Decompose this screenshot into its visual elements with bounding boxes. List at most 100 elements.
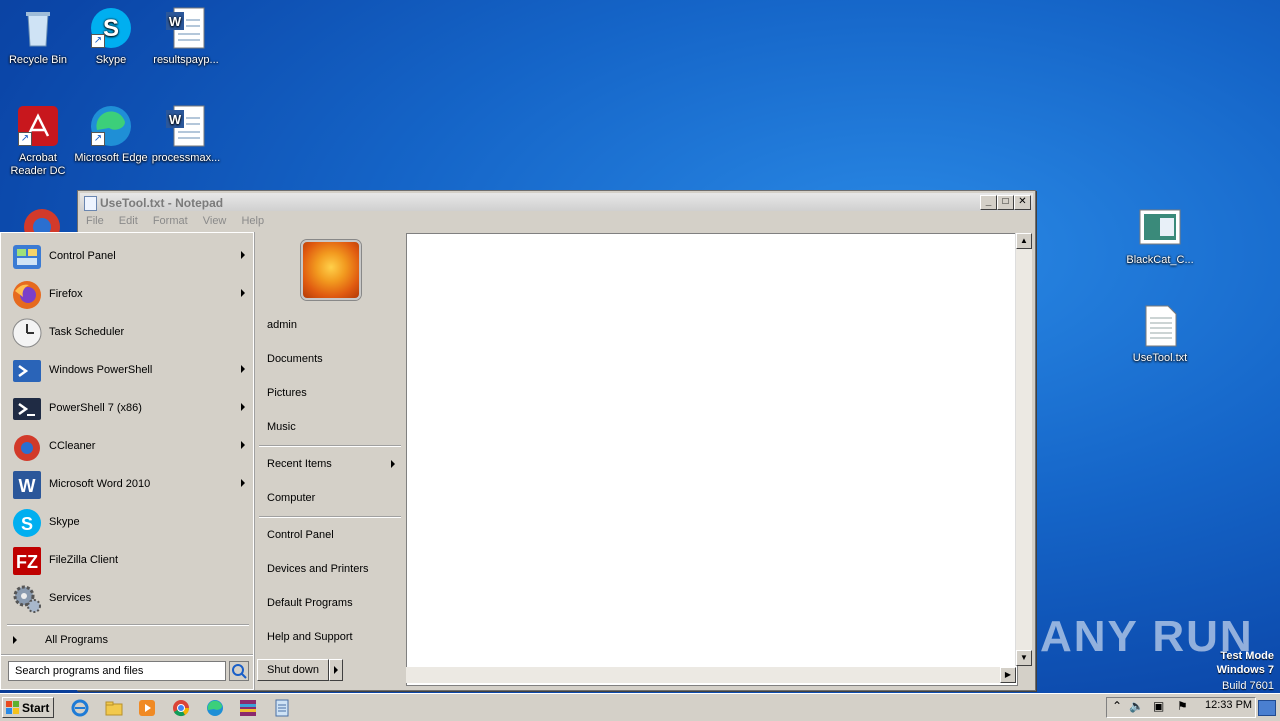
menu-help[interactable]: Help [241, 213, 264, 227]
program-powershell-7[interactable]: PowerShell 7 (x86) [9, 391, 249, 427]
chrome-icon[interactable] [171, 698, 191, 718]
user-avatar[interactable] [301, 240, 361, 300]
volume-icon[interactable]: 🔈 [1129, 699, 1144, 713]
start-menu: Control Panel Firefox Task Scheduler Win… [0, 232, 404, 690]
edge-icon: ↗ [89, 104, 133, 148]
link-admin[interactable]: admin [267, 319, 297, 331]
link-help-and-support[interactable]: Help and Support [267, 631, 353, 643]
maximize-button[interactable]: □ [997, 195, 1014, 210]
link-documents[interactable]: Documents [267, 353, 323, 365]
menu-edit[interactable]: Edit [119, 213, 138, 227]
link-pictures[interactable]: Pictures [267, 387, 307, 399]
notepad-text-area[interactable] [406, 233, 1018, 686]
minimize-button[interactable]: _ [980, 195, 997, 210]
link-default-programs[interactable]: Default Programs [267, 597, 353, 609]
start-menu-links-pane: admin Documents Pictures Music Recent It… [254, 232, 404, 690]
show-desktop-button[interactable] [1258, 700, 1276, 716]
programs-divider [7, 624, 249, 626]
show-hidden-icons-icon[interactable]: ⌃ [1112, 699, 1122, 713]
program-windows-powershell[interactable]: Windows PowerShell [9, 353, 249, 389]
program-label: CCleaner [49, 440, 96, 452]
desktop-icon-resultspayp[interactable]: W resultspayp... [148, 6, 224, 67]
search-button[interactable] [229, 661, 249, 681]
close-button[interactable]: ✕ [1014, 195, 1031, 210]
desktop-icon-skype[interactable]: S ↗ Skype [73, 6, 149, 67]
submenu-arrow-icon [241, 365, 245, 373]
scroll-down-button[interactable]: ▼ [1016, 650, 1032, 666]
media-player-icon[interactable] [137, 698, 157, 718]
search-input[interactable]: Search programs and files [8, 661, 226, 681]
shutdown-options-button[interactable] [329, 659, 343, 681]
internet-explorer-icon[interactable] [70, 698, 90, 718]
link-music[interactable]: Music [267, 421, 296, 433]
desktop-icon-usetool[interactable]: UseTool.txt [1122, 304, 1198, 365]
desktop-icon-label: resultspayp... [153, 54, 219, 66]
menu-view[interactable]: View [203, 213, 227, 227]
start-button[interactable]: Start [2, 697, 54, 718]
program-firefox[interactable]: Firefox [9, 277, 249, 313]
submenu-arrow-icon [241, 441, 245, 449]
action-center-flag-icon[interactable]: ⚑ [1177, 699, 1188, 713]
svg-text:FZ: FZ [16, 552, 38, 572]
firefox-icon [13, 281, 41, 309]
test-mode-line3: Build 7601 [1222, 680, 1274, 692]
recycle-bin-icon [16, 6, 60, 50]
program-filezilla[interactable]: FZ FileZilla Client [9, 543, 249, 579]
program-label: Microsoft Word 2010 [49, 478, 151, 490]
horizontal-scrollbar[interactable]: ▶ [406, 667, 1016, 683]
program-microsoft-word[interactable]: W Microsoft Word 2010 [9, 467, 249, 503]
notepad-taskbar-icon[interactable] [272, 698, 292, 718]
desktop-icon-label: Microsoft Edge [74, 152, 148, 164]
desktop-icon-blackcat[interactable]: BlackCat_C... [1122, 206, 1198, 267]
desktop-icon-edge[interactable]: ↗ Microsoft Edge [73, 104, 149, 165]
file-explorer-icon[interactable] [104, 698, 124, 718]
svg-text:S: S [21, 514, 33, 534]
program-label: Services [49, 592, 92, 604]
all-programs-arrow-icon [13, 636, 17, 644]
test-mode-line2: Windows 7 [1216, 664, 1274, 676]
network-icon[interactable]: ▣ [1153, 699, 1164, 713]
desktop-icon-label: Acrobat Reader DC [10, 152, 66, 177]
test-mode-line1: Test Mode [1220, 650, 1274, 662]
svg-text:W: W [19, 476, 36, 496]
program-control-panel[interactable]: Control Panel [9, 239, 249, 275]
scroll-up-button[interactable]: ▲ [1016, 233, 1032, 249]
search-icon [232, 664, 247, 679]
all-programs-button[interactable]: All Programs [9, 632, 249, 650]
ccleaner-icon [14, 435, 40, 461]
winrar-icon[interactable] [238, 698, 258, 718]
link-devices-and-printers[interactable]: Devices and Printers [267, 563, 369, 575]
link-recent-items[interactable]: Recent Items [267, 458, 332, 470]
program-label: Firefox [49, 288, 83, 300]
taskbar: Start ⌃ 🔈 ▣ ⚑ 12:33 PM [0, 693, 1280, 721]
notepad-icon [84, 196, 97, 211]
skype-icon: S [13, 509, 41, 537]
program-skype[interactable]: S Skype [9, 505, 249, 541]
desktop-icon-label: BlackCat_C... [1126, 254, 1194, 266]
submenu-arrow-icon [241, 403, 245, 411]
text-file-icon [1138, 304, 1182, 348]
menu-format[interactable]: Format [153, 213, 188, 227]
scroll-right-button[interactable]: ▶ [1000, 667, 1016, 683]
program-ccleaner[interactable]: CCleaner [9, 429, 249, 465]
search-divider [1, 654, 253, 656]
desktop-icon-recycle-bin[interactable]: Recycle Bin [0, 6, 76, 67]
notepad-titlebar[interactable]: UseTool.txt - Notepad _ □ ✕ [80, 193, 1033, 211]
taskbar-clock[interactable]: 12:33 PM [1205, 699, 1252, 711]
link-computer[interactable]: Computer [267, 492, 315, 504]
acrobat-icon: ↗ [16, 104, 60, 148]
ccleaner-desktop-icon[interactable] [20, 203, 60, 233]
program-task-scheduler[interactable]: Task Scheduler [9, 315, 249, 351]
desktop-icon-acrobat[interactable]: ↗ Acrobat Reader DC [0, 104, 76, 178]
windows-logo-icon [6, 701, 19, 714]
vertical-scrollbar[interactable]: ▲ ▼ [1015, 233, 1032, 666]
program-label: PowerShell 7 (x86) [49, 402, 142, 414]
desktop-icon-processmax[interactable]: W processmax... [148, 104, 224, 165]
edge-icon[interactable] [205, 698, 225, 718]
link-control-panel[interactable]: Control Panel [267, 529, 334, 541]
program-services[interactable]: Services [9, 581, 249, 617]
svg-text:W: W [169, 112, 182, 127]
menu-file[interactable]: File [86, 213, 104, 227]
shutdown-arrow-icon [334, 666, 338, 674]
shutdown-button[interactable]: Shut down [257, 659, 329, 681]
